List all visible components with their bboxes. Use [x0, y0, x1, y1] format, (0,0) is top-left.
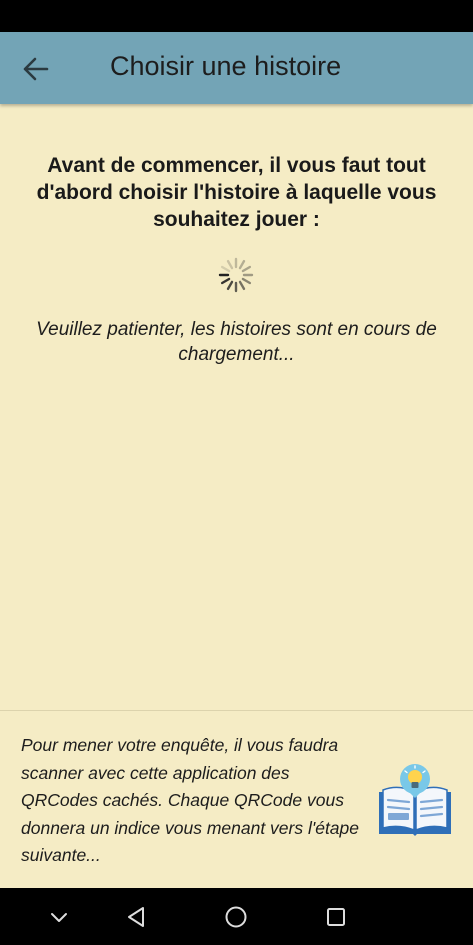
nav-home-button[interactable] — [221, 902, 251, 932]
chevron-down-icon — [51, 913, 67, 922]
intro-heading: Avant de commencer, il vous faut tout d'… — [36, 154, 437, 231]
nav-recents-button[interactable] — [321, 902, 351, 932]
page-title: Choisir une histoire — [110, 51, 342, 81]
status-bar — [0, 0, 473, 32]
system-navigation-bar — [0, 888, 473, 945]
collapse-nav-button[interactable] — [44, 902, 74, 932]
home-circle-icon — [225, 906, 247, 928]
main-content: Avant de commencer, il vous faut tout d'… — [0, 104, 473, 710]
footer-instructions: Pour mener votre enquête, il vous faudra… — [21, 735, 360, 865]
recents-square-icon — [327, 908, 345, 926]
arrow-left-icon — [23, 57, 49, 81]
back-triangle-icon — [128, 907, 144, 927]
app-bar: Choisir une histoire — [0, 32, 473, 104]
back-button[interactable] — [18, 54, 54, 84]
book-lightbulb-icon — [379, 764, 451, 836]
footer-divider — [0, 710, 473, 711]
nav-back-button[interactable] — [121, 902, 151, 932]
loading-spinner-icon — [218, 257, 254, 293]
loading-message: Veuillez patienter, les histoires sont e… — [36, 319, 437, 365]
